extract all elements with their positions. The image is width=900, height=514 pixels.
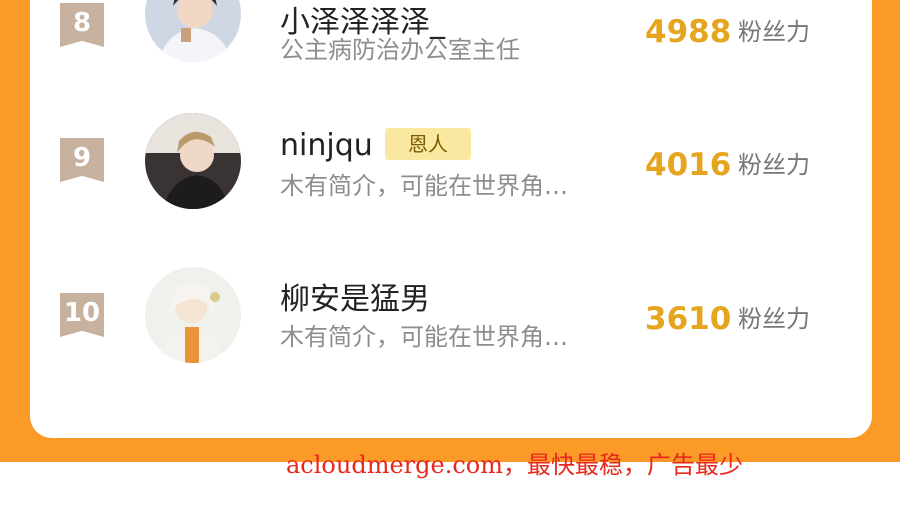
fan-power-score: 4016 — [645, 147, 732, 183]
user-name[interactable]: ninjqu — [280, 128, 373, 164]
leaderboard-row[interactable]: 8 小泽泽泽泽_ 公主病防治办公室主任 4988 粉丝力 — [30, 0, 872, 100]
fan-power-score: 4988 — [645, 14, 732, 50]
leaderboard-row[interactable]: 9 ninjqu 恩人 木有简介，可能在世界角… 4016 粉丝力 — [30, 113, 872, 240]
rank-ribbon: 8 — [60, 3, 104, 47]
rank-ribbon: 9 — [60, 138, 104, 182]
leaderboard-card: 8 小泽泽泽泽_ 公主病防治办公室主任 4988 粉丝力 9 ninjqu 恩人… — [30, 0, 872, 438]
user-bio: 公主病防治办公室主任 — [280, 36, 520, 64]
fan-power-score: 3610 — [645, 301, 732, 337]
rank-ribbon: 10 — [60, 293, 104, 337]
benefactor-badge: 恩人 — [385, 128, 471, 160]
user-name[interactable]: 柳安是猛男 — [280, 282, 430, 318]
leaderboard-row[interactable]: 10 柳安是猛男 木有简介，可能在世界角… 3610 粉丝力 — [30, 267, 872, 390]
watermark-text: acloudmerge.com，最快最稳，广告最少 — [286, 451, 743, 479]
avatar[interactable] — [145, 0, 241, 62]
user-bio: 木有简介，可能在世界角… — [280, 172, 568, 200]
fan-power-unit: 粉丝力 — [738, 18, 810, 46]
avatar[interactable] — [145, 267, 241, 363]
avatar[interactable] — [145, 113, 241, 209]
fan-power-unit: 粉丝力 — [738, 305, 810, 333]
fan-power-unit: 粉丝力 — [738, 151, 810, 179]
user-bio: 木有简介，可能在世界角… — [280, 323, 568, 351]
